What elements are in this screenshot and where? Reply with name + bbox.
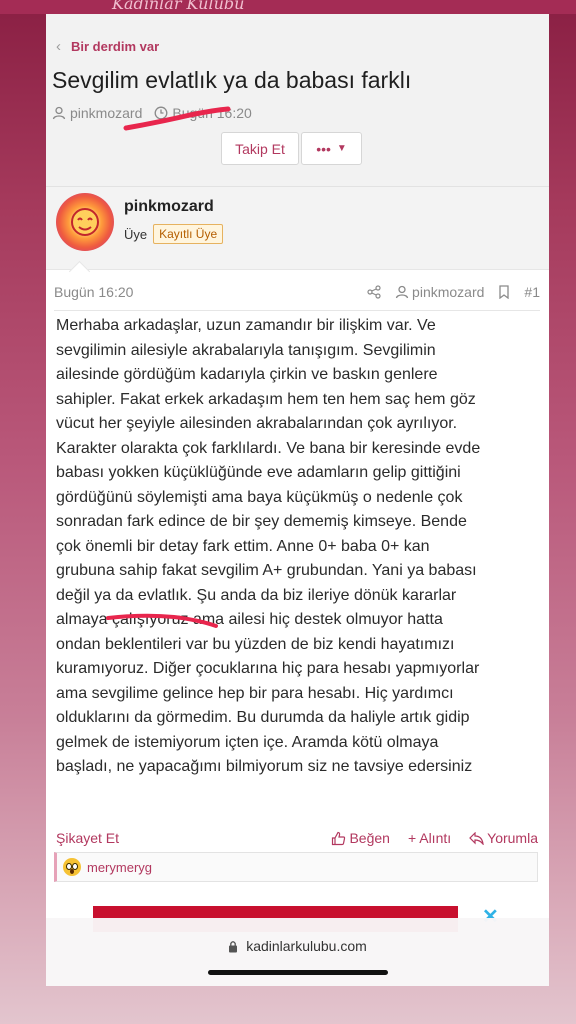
member-badge: Kayıtlı Üye <box>153 224 224 244</box>
caret-down-icon: ▼ <box>336 143 347 154</box>
clock-icon <box>154 106 168 120</box>
post: Bugün 16:20 pinkmozard #1 Merhaba arkada… <box>46 270 549 882</box>
home-indicator[interactable] <box>208 970 388 975</box>
post-line: değil ya da evlatlık. Şu anda da biz ile… <box>56 586 457 604</box>
thumbs-up-icon <box>332 831 346 845</box>
post-line: sahipler. Fakat erkek arkadaşım hem ten … <box>56 390 476 408</box>
url-text: kadinlarkulubu.com <box>246 938 367 954</box>
breadcrumb-link[interactable]: Bir derdim var <box>71 39 159 54</box>
post-line: grubuna sahip fakat sevgilim A+ grubunda… <box>56 562 477 579</box>
reply-icon <box>469 831 484 845</box>
post-line: ama sevgilime gelince hep bir para hesab… <box>56 684 454 702</box>
user-role: Üye Kayıtlı Üye <box>124 224 224 244</box>
share-icon <box>367 285 381 299</box>
post-number[interactable]: #1 <box>524 284 540 300</box>
divider <box>54 310 540 311</box>
post-body: Merhaba arkadaşlar, uzun zamandır bir il… <box>56 314 542 780</box>
surprised-emoji-icon <box>63 858 81 876</box>
post-line: olduklarını da görmedim. Bu durumda da h… <box>56 709 470 726</box>
follow-button[interactable]: Takip Et <box>221 132 299 165</box>
reactions-bar[interactable]: merymeryg <box>54 852 538 882</box>
browser-url-bar: kadinlarkulubu.com <box>46 918 549 986</box>
thread-time: Bugün 16:20 <box>172 105 252 121</box>
post-line: kuramıyoruz. Diğer çocuklarına hiç para … <box>56 660 480 677</box>
user-icon <box>395 285 409 299</box>
thread-meta: pinkmozard Bugün 16:20 <box>52 105 252 121</box>
like-label: Beğen <box>349 830 390 846</box>
chevron-left-icon: ‹ <box>56 38 61 55</box>
post-line: Merhaba arkadaşlar, uzun zamandır bir il… <box>56 317 436 334</box>
post-line: ondan beklentileri var bu yüzden de biz … <box>56 635 455 653</box>
username[interactable]: pinkmozard <box>124 198 214 216</box>
reply-label: Yorumla <box>487 830 538 846</box>
top-strip: Kadınlar Kulübü <box>0 0 576 14</box>
report-button[interactable]: Şikayet Et <box>56 830 119 846</box>
post-line: Karakter olarakta çok farklılardı. Ve ba… <box>56 439 481 457</box>
like-button[interactable]: Beğen <box>331 830 390 846</box>
post-line: almaya çalışıyoruz ama ailesi hiç destek… <box>56 611 443 628</box>
breadcrumb[interactable]: ‹ Bir derdim var <box>56 38 159 55</box>
more-dots: ••• <box>316 140 331 157</box>
share-button[interactable] <box>367 285 381 299</box>
post-meta: Bugün 16:20 pinkmozard #1 <box>54 284 540 300</box>
post-line: gördüğünü söylemişti ama baya küçükmüş o… <box>56 488 463 506</box>
post-line: babası yokken küçüklüğünde eve adamların… <box>56 464 461 481</box>
more-options-button[interactable]: ••• ▼ <box>301 132 362 165</box>
post-line: sevgilimin ailesiyle akrabalarıyla tanış… <box>56 341 436 359</box>
post-line: çok önemli bir detay fark ettim. Anne 0+… <box>56 537 430 555</box>
address-bar[interactable]: kadinlarkulubu.com <box>46 938 549 954</box>
thread-author[interactable]: pinkmozard <box>70 105 142 121</box>
lock-icon <box>229 940 238 952</box>
bookmark-button[interactable] <box>498 285 510 299</box>
user-role-label: Üye <box>124 226 148 242</box>
post-line: vücut her şeyiyle ailesinden akrabaların… <box>56 415 458 432</box>
post-actions: Şikayet Et Beğen + Alıntı Yorumla <box>56 830 538 846</box>
post-author-link[interactable]: pinkmozard <box>395 284 484 300</box>
user-icon <box>52 106 66 120</box>
quote-button[interactable]: + Alıntı <box>408 830 451 846</box>
post-user-block: pinkmozard Üye Kayıtlı Üye <box>46 187 549 270</box>
post-time[interactable]: Bugün 16:20 <box>54 284 133 300</box>
bookmark-icon <box>499 285 510 299</box>
reaction-users[interactable]: merymeryg <box>87 860 152 875</box>
post-line: sonradan fark edince de bir şey dememiş … <box>56 513 467 530</box>
page-title: Sevgilim evlatlık ya da babası farklı <box>52 67 412 93</box>
site-logo: Kadınlar Kulübü <box>112 0 245 13</box>
reply-button[interactable]: Yorumla <box>469 830 538 846</box>
thread-card: ‹ Bir derdim var Sevgilim evlatlık ya da… <box>46 14 549 986</box>
post-line: ailesinde gördüğüm kadarıyla çirkin ve b… <box>56 366 438 383</box>
thread-header: ‹ Bir derdim var Sevgilim evlatlık ya da… <box>46 14 549 187</box>
post-line: gelmek de istemiyorum içten içe. Aramda … <box>56 733 439 751</box>
post-line: başladı, ne yapacağımı bilmiyorum siz ne… <box>56 758 473 775</box>
avatar[interactable] <box>56 193 114 251</box>
post-author: pinkmozard <box>412 284 485 300</box>
quote-label: + Alıntı <box>407 830 452 846</box>
